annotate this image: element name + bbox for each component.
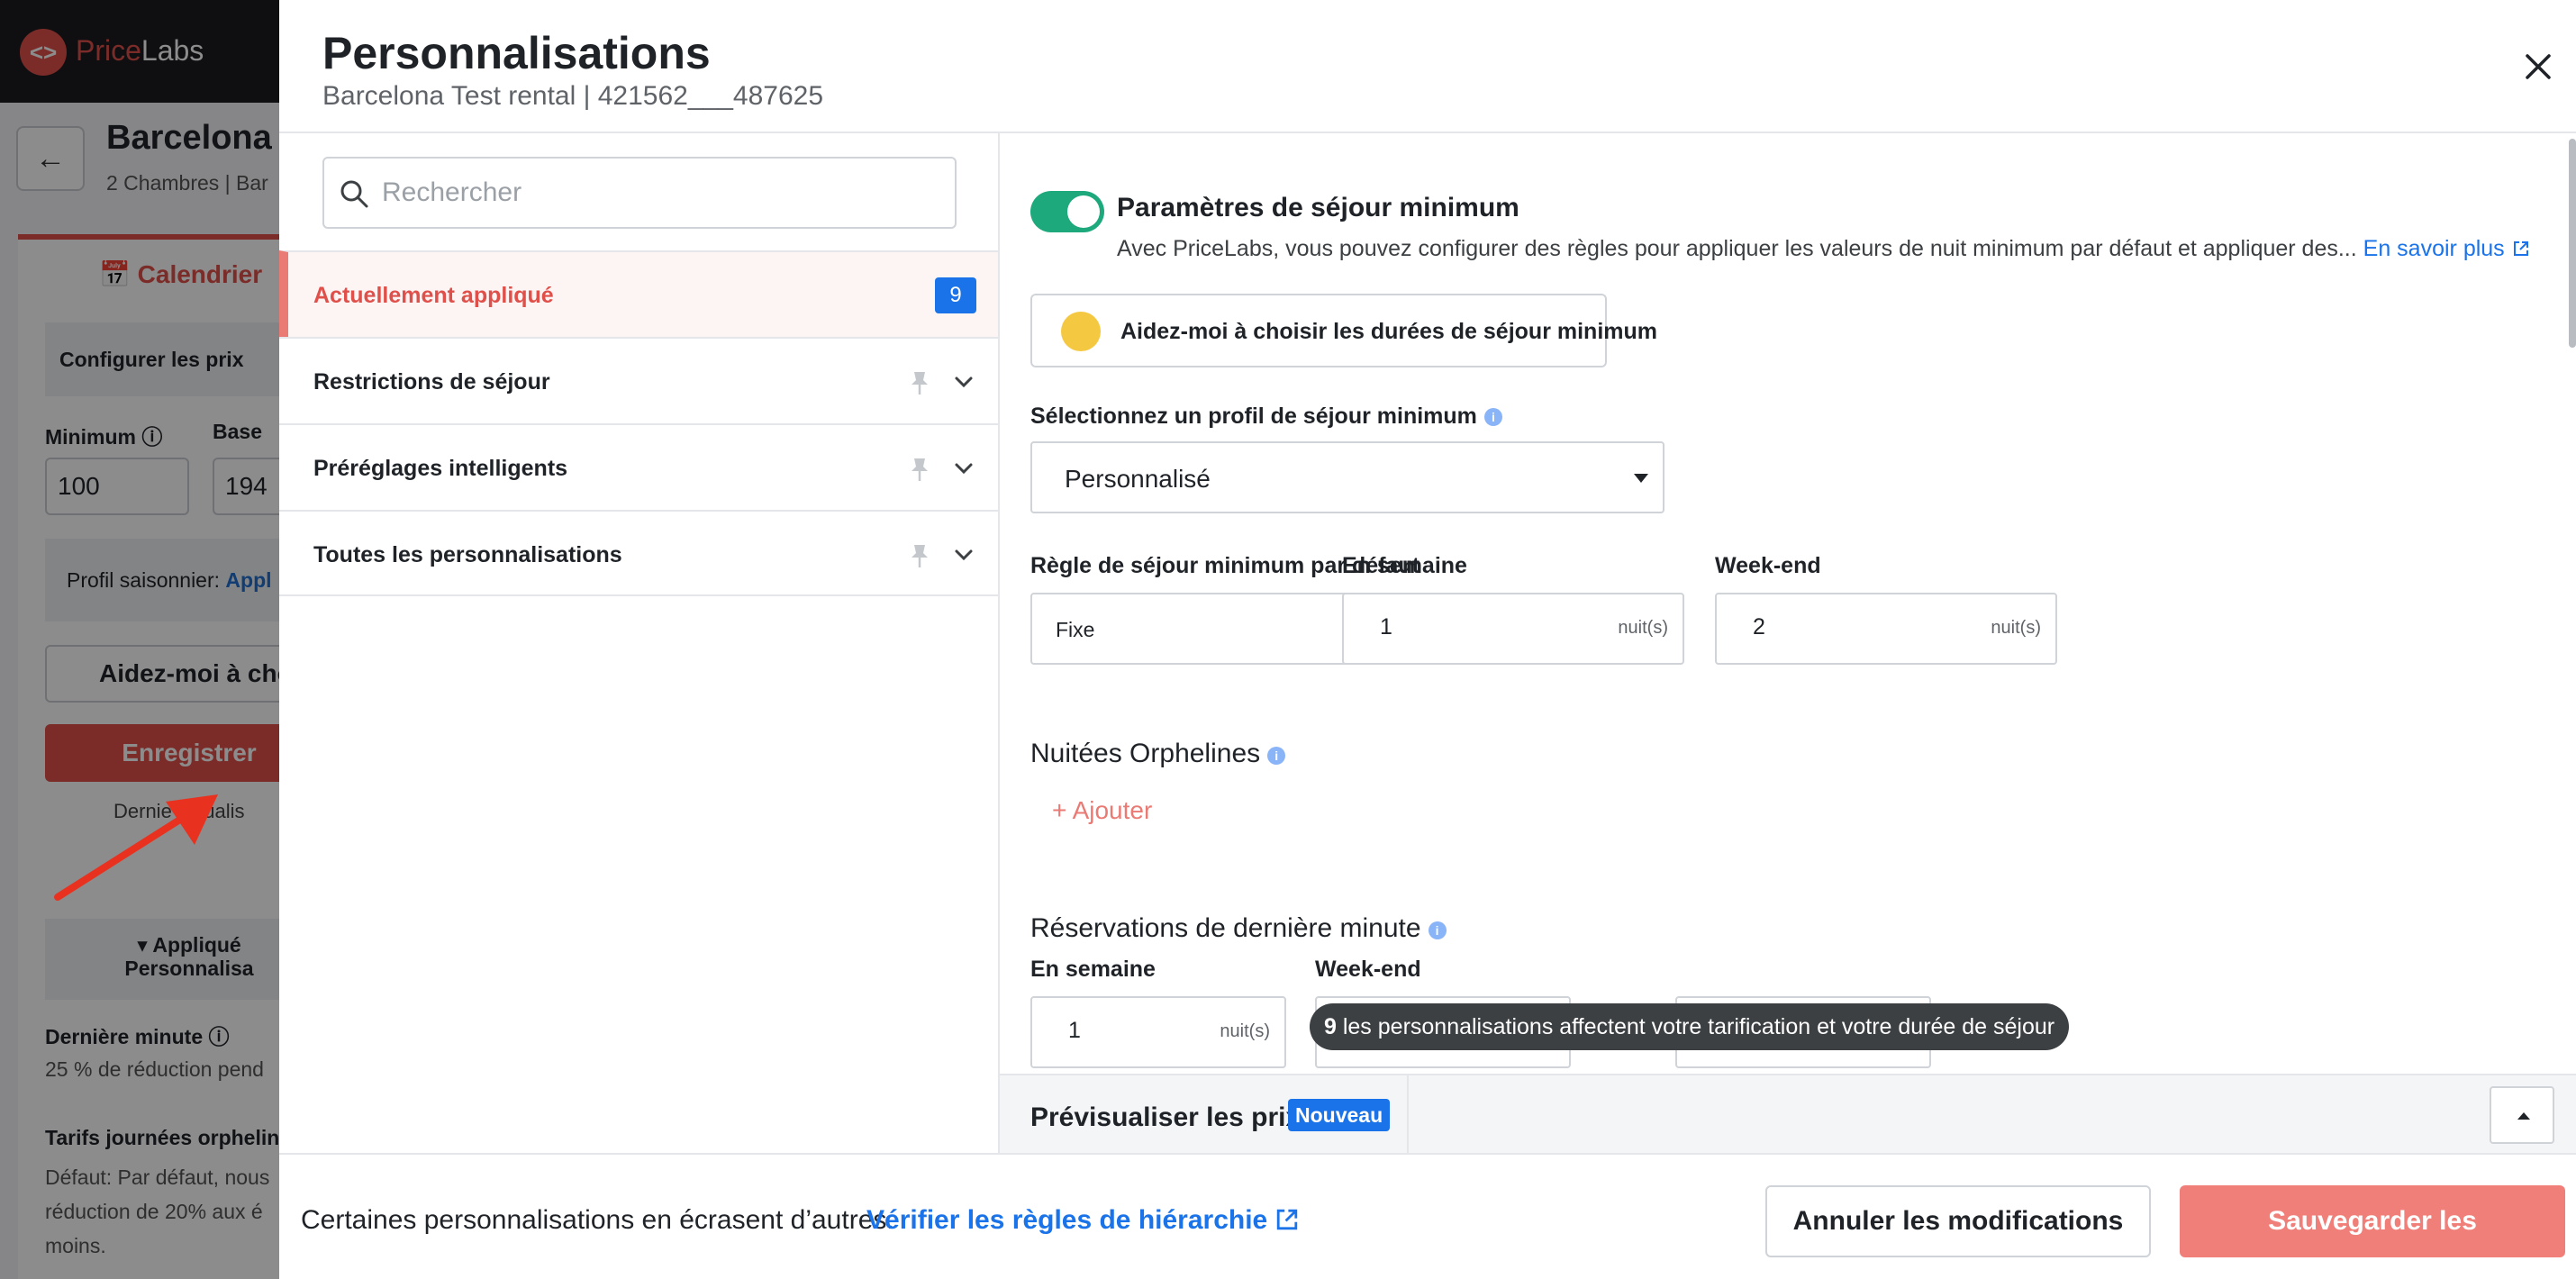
min-stay-profile-label: Sélectionnez un profil de séjour minimum…	[1030, 404, 1502, 430]
last-minute-heading: Réservations de dernière minute i	[1030, 913, 1447, 944]
select-value: Personnalisé	[1065, 465, 1211, 493]
expand-preview-button[interactable]	[2490, 1086, 2554, 1144]
preview-prices-bar: Prévisualiser les prix Nouveau	[1000, 1074, 2576, 1153]
input-value: 1	[1068, 1018, 1081, 1043]
add-orphan-rule-button[interactable]: + Ajouter	[1052, 796, 1152, 825]
new-badge: Nouveau	[1288, 1099, 1391, 1131]
sidebar-item-label: Actuellement appliqué	[313, 283, 554, 308]
pin-icon[interactable]	[908, 456, 931, 483]
nav-list: Actuellement appliqué 9 Restrictions de …	[279, 250, 998, 596]
chevron-down-icon[interactable]	[951, 542, 976, 567]
learn-more-link[interactable]: En savoir plus	[2363, 236, 2530, 261]
hierarchy-rules-link[interactable]: Vérifier les règles de hiérarchie	[866, 1205, 1300, 1236]
preview-prices-label: Prévisualiser les prix	[1030, 1102, 1302, 1132]
sidebar-item-currently-applied[interactable]: Actuellement appliqué 9	[279, 250, 998, 337]
customizations-drawer: Personnalisations Barcelona Test rental …	[279, 0, 2576, 1279]
customizations-sidebar: Actuellement appliqué 9 Restrictions de …	[279, 133, 1000, 1153]
input-value: 1	[1380, 614, 1392, 640]
sidebar-item-label: Toutes les personnalisations	[313, 542, 622, 567]
chevron-down-icon[interactable]	[951, 456, 976, 481]
cancel-changes-button[interactable]: Annuler les modifications	[1765, 1185, 2151, 1257]
close-icon[interactable]	[2517, 45, 2560, 88]
search-icon	[340, 180, 368, 208]
customizations-tooltip: 9 les personnalisations affectent votre …	[1310, 1003, 2070, 1050]
drawer-subtitle: Barcelona Test rental | 421562___487625	[322, 81, 824, 111]
lightbulb-icon	[1061, 312, 1101, 351]
save-changes-button[interactable]: Sauvegarder les modifications	[2180, 1185, 2565, 1279]
weekday-nights-input[interactable]: 1 nuit(s)	[1342, 593, 1684, 665]
info-icon[interactable]: i	[1267, 747, 1286, 765]
help-button-label: Aidez-moi à choisir les durées de séjour…	[1120, 319, 1657, 344]
sidebar-item-label: Restrictions de séjour	[313, 369, 550, 395]
annotation-arrow-icon	[54, 794, 218, 901]
min-stay-description: Avec PriceLabs, vous pouvez configurer d…	[1117, 236, 2530, 262]
preview-prices-tab[interactable]: Prévisualiser les prix Nouveau	[1000, 1075, 1409, 1153]
weekend-nights-input[interactable]: 2 nuit(s)	[1715, 593, 2057, 665]
pin-icon[interactable]	[908, 542, 931, 569]
orphan-nights-heading: Nuitées Orphelines i	[1030, 739, 1286, 769]
info-icon[interactable]: i	[1483, 408, 1502, 426]
caret-up-icon	[2517, 1112, 2530, 1120]
drawer-title: Personnalisations	[322, 28, 711, 78]
min-stay-toggle[interactable]	[1030, 191, 1104, 232]
sidebar-item-stay-restrictions[interactable]: Restrictions de séjour	[279, 337, 998, 423]
weekend-label: Week-end	[1715, 553, 1821, 578]
caret-down-icon	[1634, 474, 1648, 483]
sidebar-item-label: Préréglages intelligents	[313, 456, 568, 481]
drawer-footer: Certaines personnalisations en écrasent …	[279, 1153, 2576, 1279]
external-link-icon	[2513, 241, 2528, 256]
unit-label: nuit(s)	[1220, 1021, 1270, 1041]
default-rule-select[interactable]: Fixe	[1030, 593, 1391, 665]
last-minute-weekday-input[interactable]: 1 nuit(s)	[1030, 996, 1286, 1068]
help-choose-min-stay-button[interactable]: Aidez-moi à choisir les durées de séjour…	[1030, 294, 1657, 367]
unit-label: nuit(s)	[1991, 618, 2041, 638]
last-minute-weekend-label: Week-end	[1315, 957, 1421, 982]
sidebar-item-smart-presets[interactable]: Préréglages intelligents	[279, 423, 998, 510]
pin-icon[interactable]	[908, 369, 931, 396]
external-link-icon	[1277, 1209, 1298, 1230]
applied-count-badge: 9	[935, 277, 976, 313]
scrollbar[interactable]	[2569, 139, 2576, 348]
search-input[interactable]	[382, 168, 940, 218]
info-icon[interactable]: i	[1428, 921, 1447, 939]
last-minute-weekday-label: En semaine	[1030, 957, 1156, 982]
hierarchy-note: Certaines personnalisations en écrasent …	[301, 1205, 894, 1235]
select-value: Fixe	[1056, 618, 1095, 641]
unit-label: nuit(s)	[1618, 618, 1668, 638]
input-value: 2	[1753, 614, 1765, 640]
min-stay-profile-select[interactable]: Personnalisé	[1030, 441, 1664, 513]
chevron-down-icon[interactable]	[951, 369, 976, 395]
settings-panel: Paramètres de séjour minimum Avec PriceL…	[1000, 133, 2576, 1153]
min-stay-title: Paramètres de séjour minimum	[1117, 193, 1519, 222]
toggle-knob	[1067, 195, 1100, 228]
weekday-label: En semaine	[1342, 553, 1467, 578]
search-box	[322, 157, 957, 229]
drawer-header: Personnalisations Barcelona Test rental …	[279, 0, 2576, 133]
sidebar-item-all-customizations[interactable]: Toutes les personnalisations	[279, 510, 998, 596]
